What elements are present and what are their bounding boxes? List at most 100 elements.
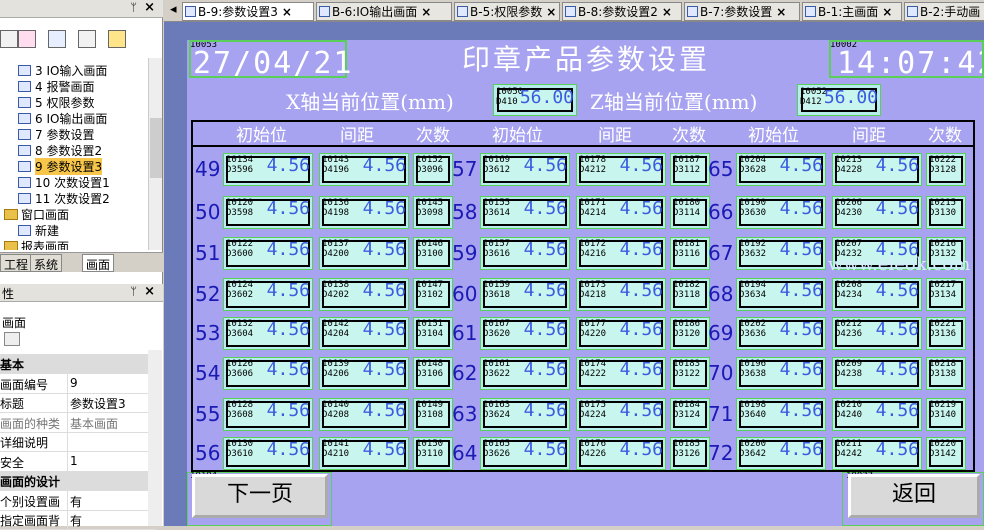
count-field[interactable]: 10222 D3128: [926, 153, 966, 186]
tab-document[interactable]: B-2:手动画: [904, 2, 984, 21]
start-position-field[interactable]: 10163 D3624 4.56: [480, 398, 570, 431]
start-position-field[interactable]: 10194 D3634 4.56: [736, 278, 826, 311]
start-position-field[interactable]: 10202 D3636 4.56: [736, 317, 826, 350]
tree-item[interactable]: 11 次数设置2: [18, 190, 110, 206]
close-icon[interactable]: ×: [144, 284, 155, 299]
tab-close-icon[interactable]: ×: [546, 5, 556, 19]
next-page-button[interactable]: 下一页: [192, 474, 328, 518]
property-category[interactable]: 基本: [0, 354, 156, 374]
spacing-field[interactable]: 10174 D4222 4.56: [576, 357, 666, 390]
count-field[interactable]: 10146 D3100: [413, 237, 453, 270]
property-value[interactable]: 有: [70, 510, 82, 530]
start-position-field[interactable]: 10155 D3614 4.56: [480, 196, 570, 229]
count-field[interactable]: 10220 D3142: [926, 437, 966, 470]
tree-item-new[interactable]: 新建: [18, 222, 59, 238]
count-field[interactable]: 10187 D3112: [670, 153, 710, 186]
spacing-field[interactable]: 10138 D4202 4.56: [319, 278, 409, 311]
count-field[interactable]: 10149 D3108: [413, 398, 453, 431]
count-field[interactable]: 10218 D3138: [926, 357, 966, 390]
tree-folder-reports[interactable]: 报表画面: [4, 238, 69, 250]
tree-item[interactable]: 3 IO输入画面: [18, 62, 107, 78]
pin-icon[interactable]: ᛘ: [130, 1, 137, 14]
spacing-field[interactable]: 10177 D4220 4.56: [576, 317, 666, 350]
start-position-field[interactable]: 10169 D3612 4.56: [480, 153, 570, 186]
tab-screen[interactable]: 画面: [82, 254, 115, 272]
property-row[interactable]: 指定画面背有: [0, 510, 156, 530]
back-button[interactable]: 返回: [848, 474, 980, 518]
tab-close-icon[interactable]: ×: [776, 5, 786, 19]
copy-screen-icon[interactable]: [48, 30, 66, 48]
spacing-field[interactable]: 10171 D4214 4.56: [576, 196, 666, 229]
tab-document[interactable]: B-8:参数设置2 ×: [562, 2, 682, 21]
start-position-field[interactable]: 10132 D3604 4.56: [223, 317, 313, 350]
property-row[interactable]: 安全 1: [0, 451, 156, 472]
spacing-field[interactable]: 10212 D4236 4.56: [832, 317, 922, 350]
start-position-field[interactable]: 10200 D3642 4.56: [736, 437, 826, 470]
spacing-field[interactable]: 10211 D4242 4.56: [832, 437, 922, 470]
properties-scrollbar[interactable]: [148, 350, 162, 526]
property-row[interactable]: 个别设置画有: [0, 490, 156, 511]
property-row[interactable]: 详细说明: [0, 432, 156, 452]
spacing-field[interactable]: 10209 D4238 4.56: [832, 357, 922, 390]
date-display[interactable]: 27/04/21: [189, 40, 352, 81]
start-position-field[interactable]: 10161 D3622 4.56: [480, 357, 570, 390]
start-position-field[interactable]: 10126 D3606 4.56: [223, 357, 313, 390]
start-position-field[interactable]: 10159 D3618 4.56: [480, 278, 570, 311]
spacing-field[interactable]: 10139 D4206 4.56: [319, 357, 409, 390]
delete-screen-icon[interactable]: [18, 30, 36, 48]
start-position-field[interactable]: 10134 D3596 4.56: [223, 153, 313, 186]
property-value[interactable]: 参数设置3: [70, 393, 126, 413]
warning-icon[interactable]: [108, 30, 126, 48]
spacing-field[interactable]: 10208 D4234 4.56: [832, 278, 922, 311]
spacing-field[interactable]: 10176 D4226 4.56: [576, 437, 666, 470]
spacing-field[interactable]: 10136 D4198 4.56: [319, 196, 409, 229]
spacing-field[interactable]: 10142 D4204 4.56: [319, 317, 409, 350]
spacing-field[interactable]: 10213 D4228 4.56: [832, 153, 922, 186]
count-field[interactable]: 10152 D3096: [413, 153, 453, 186]
tab-document[interactable]: B-7:参数设置 ×: [684, 2, 800, 21]
tab-close-icon[interactable]: ×: [282, 5, 292, 19]
tree-item[interactable]: 9 参数设置3: [18, 157, 103, 175]
tree-item[interactable]: 6 IO输出画面: [18, 110, 107, 126]
sort-icon[interactable]: [4, 332, 20, 346]
start-position-field[interactable]: 10192 D3632 4.56: [736, 237, 826, 270]
property-value[interactable]: 9: [70, 374, 78, 394]
count-field[interactable]: 10150 D3110: [413, 437, 453, 470]
count-field[interactable]: 10186 D3120: [670, 317, 710, 350]
tab-scroll-left-icon[interactable]: ◂: [170, 2, 177, 17]
start-position-field[interactable]: 10157 D3616 4.56: [480, 237, 570, 270]
count-field[interactable]: 10181 D3116: [670, 237, 710, 270]
start-position-field[interactable]: 10128 D3608 4.56: [223, 398, 313, 431]
start-position-field[interactable]: 10204 D3628 4.56: [736, 153, 826, 186]
start-position-field[interactable]: 10120 D3598 4.56: [223, 196, 313, 229]
tree-item[interactable]: 7 参数设置: [18, 126, 94, 142]
spacing-field[interactable]: 10175 D4224 4.56: [576, 398, 666, 431]
tab-project[interactable]: 工程: [0, 254, 33, 272]
tree-item[interactable]: 8 参数设置2: [18, 142, 102, 158]
tab-document[interactable]: B-6:IO输出画面 ×: [316, 2, 452, 21]
tree-scrollbar[interactable]: [148, 58, 162, 250]
start-position-field[interactable]: 10130 D3610 4.56: [223, 437, 313, 470]
count-field[interactable]: 10217 D3134: [926, 278, 966, 311]
property-row[interactable]: 标题 参数设置3: [0, 393, 156, 413]
spacing-field[interactable]: 10141 D4210 4.56: [319, 437, 409, 470]
count-field[interactable]: 10183 D3122: [670, 357, 710, 390]
close-icon[interactable]: ×: [144, 0, 155, 15]
pin-icon[interactable]: ᛘ: [130, 285, 137, 298]
spacing-field[interactable]: 10140 D4208 4.56: [319, 398, 409, 431]
count-field[interactable]: 10180 D3114: [670, 196, 710, 229]
start-position-field[interactable]: 10198 D3640 4.56: [736, 398, 826, 431]
start-position-field[interactable]: 10124 D3602 4.56: [223, 278, 313, 311]
tab-document[interactable]: B-9:参数设置3 ×: [182, 2, 314, 21]
property-value[interactable]: 1: [70, 452, 78, 472]
x-axis-position-field[interactable]: 10050 D410 56.00: [493, 84, 577, 116]
count-field[interactable]: 10151 D3104: [413, 317, 453, 350]
start-position-field[interactable]: 10165 D3626 4.56: [480, 437, 570, 470]
count-field[interactable]: 10219 D3140: [926, 398, 966, 431]
tab-close-icon[interactable]: ×: [662, 5, 672, 19]
tab-close-icon[interactable]: ×: [421, 5, 431, 19]
count-field[interactable]: 10148 D3106: [413, 357, 453, 390]
spacing-field[interactable]: 10173 D4218 4.56: [576, 278, 666, 311]
spacing-field[interactable]: 10172 D4216 4.56: [576, 237, 666, 270]
tree-item[interactable]: 10 次数设置1: [18, 174, 110, 190]
